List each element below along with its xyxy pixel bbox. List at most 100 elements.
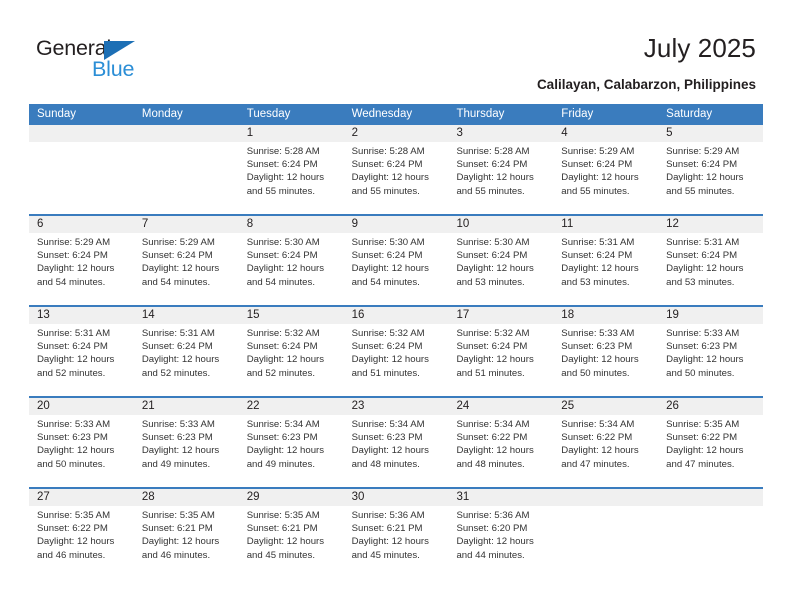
day-cell-19[interactable]: Sunrise: 5:33 AM Sunset: 6:23 PM Daylight:… [658, 324, 763, 396]
sunrise-text: Sunrise: 5:28 AM [456, 146, 530, 157]
day-number-28[interactable]: 28 [134, 489, 239, 506]
day-number-5[interactable]: 5 [658, 125, 763, 142]
day-cell-18[interactable]: Sunrise: 5:33 AM Sunset: 6:23 PM Daylight:… [553, 324, 658, 396]
day-cell-21[interactable]: Sunrise: 5:33 AM Sunset: 6:23 PM Daylight:… [134, 415, 239, 487]
day-cell-12[interactable]: Sunrise: 5:31 AM Sunset: 6:24 PM Daylight:… [658, 233, 763, 305]
day-cell-30[interactable]: Sunrise: 5:36 AM Sunset: 6:21 PM Daylight:… [344, 506, 449, 578]
sunset-text: Sunset: 6:24 PM [246, 250, 318, 262]
daylight-text-line1: Daylight: 12 hours [456, 172, 534, 184]
daylight-text-line1: Daylight: 12 hours [37, 263, 115, 275]
day-number-25[interactable]: 25 [553, 398, 658, 415]
day-cell-26[interactable]: Sunrise: 5:35 AM Sunset: 6:22 PM Daylight:… [658, 415, 763, 487]
page-header: General Blue July 2025 Calilayan, Calaba… [0, 0, 792, 104]
day-cell-28[interactable]: Sunrise: 5:35 AM Sunset: 6:21 PM Daylight:… [134, 506, 239, 578]
day-number-11[interactable]: 11 [553, 216, 658, 233]
daylight-text-line1: Daylight: 12 hours [351, 536, 429, 548]
daylight-text-line2: and 44 minutes. [456, 549, 525, 561]
day-number-12[interactable]: 12 [658, 216, 763, 233]
day-number-1[interactable]: 1 [239, 125, 344, 142]
day-number-14[interactable]: 14 [134, 307, 239, 324]
day-cell-24[interactable]: Sunrise: 5:34 AM Sunset: 6:22 PM Daylight:… [448, 415, 553, 487]
day-number-27[interactable]: 27 [29, 489, 134, 506]
day-cell-1[interactable]: Sunrise: 5:28 AM Sunset: 6:24 PM Daylight:… [239, 142, 344, 214]
day-cell-17[interactable]: Sunrise: 5:32 AM Sunset: 6:24 PM Daylight:… [448, 324, 553, 396]
day-cell-3[interactable]: Sunrise: 5:28 AM Sunset: 6:24 PM Daylight:… [448, 142, 553, 214]
sunrise-text: Sunrise: 5:36 AM [456, 510, 530, 521]
daylight-text-line2: and 55 minutes. [351, 185, 420, 197]
week-detail-band: Sunrise: 5:29 AM Sunset: 6:24 PM Daylight:… [29, 233, 763, 305]
day-number-10[interactable]: 10 [448, 216, 553, 233]
week-daynumber-band: 12345 [29, 125, 763, 142]
daylight-text-line2: and 50 minutes. [561, 367, 630, 379]
day-number-6[interactable]: 6 [29, 216, 134, 233]
sunset-text: Sunset: 6:23 PM [561, 341, 633, 353]
day-number-31[interactable]: 31 [448, 489, 553, 506]
day-number-20[interactable]: 20 [29, 398, 134, 415]
day-cell-15[interactable]: Sunrise: 5:32 AM Sunset: 6:24 PM Daylight:… [239, 324, 344, 396]
day-cell-31[interactable]: Sunrise: 5:36 AM Sunset: 6:20 PM Daylight:… [448, 506, 553, 578]
generalblue-logo: General Blue [36, 36, 196, 92]
day-number-7[interactable]: 7 [134, 216, 239, 233]
day-cell-5[interactable]: Sunrise: 5:29 AM Sunset: 6:24 PM Daylight:… [658, 142, 763, 214]
daylight-text-line1: Daylight: 12 hours [561, 354, 639, 366]
day-number-15[interactable]: 15 [239, 307, 344, 324]
day-number-3[interactable]: 3 [448, 125, 553, 142]
day-cell-4[interactable]: Sunrise: 5:29 AM Sunset: 6:24 PM Daylight:… [553, 142, 658, 214]
sunset-text: Sunset: 6:23 PM [351, 432, 423, 444]
day-cell-6[interactable]: Sunrise: 5:29 AM Sunset: 6:24 PM Daylight:… [29, 233, 134, 305]
day-number-23[interactable]: 23 [344, 398, 449, 415]
week-detail-band: Sunrise: 5:28 AM Sunset: 6:24 PM Daylight:… [29, 142, 763, 214]
day-cell-7[interactable]: Sunrise: 5:29 AM Sunset: 6:24 PM Daylight:… [134, 233, 239, 305]
sunrise-text: Sunrise: 5:36 AM [351, 510, 425, 521]
day-number-19[interactable]: 19 [658, 307, 763, 324]
day-number-22[interactable]: 22 [239, 398, 344, 415]
day-cell-10[interactable]: Sunrise: 5:30 AM Sunset: 6:24 PM Daylight:… [448, 233, 553, 305]
day-number-17[interactable]: 17 [448, 307, 553, 324]
day-cell-27[interactable]: Sunrise: 5:35 AM Sunset: 6:22 PM Daylight:… [29, 506, 134, 578]
day-cell-29[interactable]: Sunrise: 5:35 AM Sunset: 6:21 PM Daylight:… [239, 506, 344, 578]
day-number-9[interactable]: 9 [344, 216, 449, 233]
day-number-18[interactable]: 18 [553, 307, 658, 324]
daylight-text-line1: Daylight: 12 hours [666, 172, 744, 184]
day-cell-empty [553, 506, 658, 578]
sunrise-text: Sunrise: 5:35 AM [37, 510, 111, 521]
daylight-text-line1: Daylight: 12 hours [456, 445, 534, 457]
daylight-text-line1: Daylight: 12 hours [37, 536, 115, 548]
day-number-26[interactable]: 26 [658, 398, 763, 415]
sunset-text: Sunset: 6:24 PM [456, 250, 528, 262]
weekday-header-thursday: Thursday [456, 108, 505, 120]
sunrise-text: Sunrise: 5:30 AM [246, 237, 320, 248]
day-cell-23[interactable]: Sunrise: 5:34 AM Sunset: 6:23 PM Daylight:… [344, 415, 449, 487]
daylight-text-line1: Daylight: 12 hours [351, 445, 429, 457]
day-cell-13[interactable]: Sunrise: 5:31 AM Sunset: 6:24 PM Daylight:… [29, 324, 134, 396]
day-cell-9[interactable]: Sunrise: 5:30 AM Sunset: 6:24 PM Daylight:… [344, 233, 449, 305]
sunrise-text: Sunrise: 5:34 AM [351, 419, 425, 430]
day-number-8[interactable]: 8 [239, 216, 344, 233]
day-cell-20[interactable]: Sunrise: 5:33 AM Sunset: 6:23 PM Daylight:… [29, 415, 134, 487]
logo-text-blue: Blue [92, 57, 135, 81]
day-number-29[interactable]: 29 [239, 489, 344, 506]
day-cell-8[interactable]: Sunrise: 5:30 AM Sunset: 6:24 PM Daylight:… [239, 233, 344, 305]
day-cell-16[interactable]: Sunrise: 5:32 AM Sunset: 6:24 PM Daylight:… [344, 324, 449, 396]
day-cell-25[interactable]: Sunrise: 5:34 AM Sunset: 6:22 PM Daylight:… [553, 415, 658, 487]
day-number-2[interactable]: 2 [344, 125, 449, 142]
day-number-21[interactable]: 21 [134, 398, 239, 415]
day-number-4[interactable]: 4 [553, 125, 658, 142]
day-number-24[interactable]: 24 [448, 398, 553, 415]
daylight-text-line2: and 47 minutes. [561, 458, 630, 470]
sunrise-text: Sunrise: 5:28 AM [246, 146, 320, 157]
daylight-text-line1: Daylight: 12 hours [666, 445, 744, 457]
day-cell-22[interactable]: Sunrise: 5:34 AM Sunset: 6:23 PM Daylight:… [239, 415, 344, 487]
day-cell-14[interactable]: Sunrise: 5:31 AM Sunset: 6:24 PM Daylight:… [134, 324, 239, 396]
day-cell-11[interactable]: Sunrise: 5:31 AM Sunset: 6:24 PM Daylight:… [553, 233, 658, 305]
page-title: July 2025 [643, 33, 756, 63]
day-cell-2[interactable]: Sunrise: 5:28 AM Sunset: 6:24 PM Daylight:… [344, 142, 449, 214]
day-number-13[interactable]: 13 [29, 307, 134, 324]
calendar-week-row: 1 2 3 4 5 Sunrise: 5:28 AM Sunset: 6:24 PM Dayl… [29, 125, 763, 214]
day-number-empty [29, 125, 134, 142]
day-number-16[interactable]: 16 [344, 307, 449, 324]
daylight-text-line1: Daylight: 12 hours [141, 536, 220, 548]
day-number-30[interactable]: 30 [344, 489, 449, 506]
sunrise-text: Sunrise: 5:29 AM [561, 146, 635, 157]
daylight-text-line2: and 46 minutes. [37, 549, 106, 561]
